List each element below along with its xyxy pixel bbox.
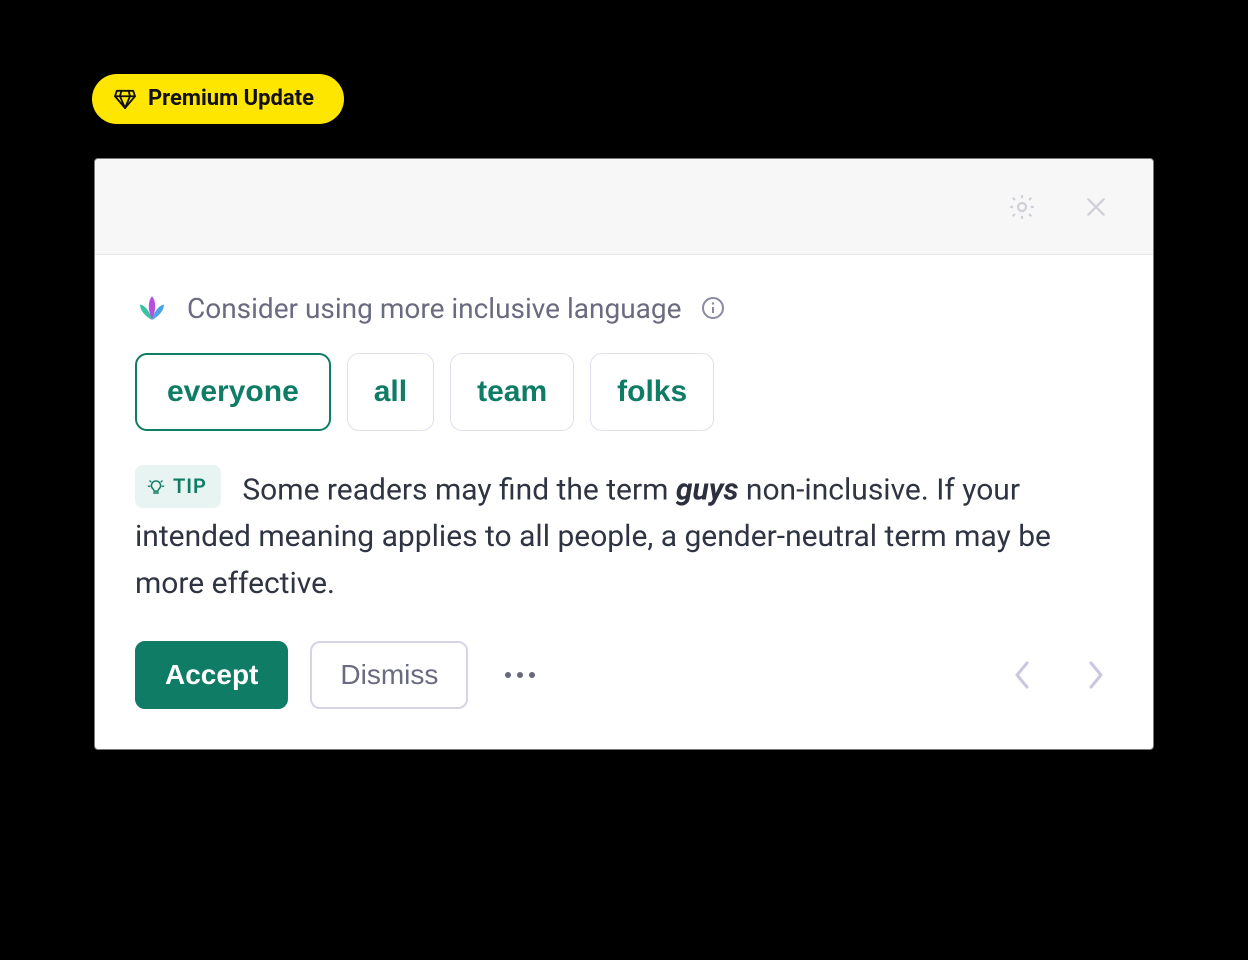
tip-badge: TIP — [135, 465, 221, 508]
card-title: Consider using more inclusive language — [187, 292, 681, 325]
suggestion-chip-folks[interactable]: folks — [590, 353, 714, 431]
tip-badge-label: TIP — [173, 471, 207, 502]
tip-text-pre: Some readers may find the term — [242, 473, 676, 508]
tip-paragraph: TIP Some readers may find the term guys … — [135, 465, 1113, 607]
dismiss-button[interactable]: Dismiss — [310, 641, 468, 709]
suggestion-chip-everyone[interactable]: everyone — [135, 353, 331, 431]
diamond-icon — [114, 89, 136, 109]
card-body: Consider using more inclusive language e… — [95, 255, 1153, 749]
more-icon[interactable] — [496, 651, 544, 699]
suggestion-chip-team[interactable]: team — [450, 353, 574, 431]
info-icon[interactable] — [699, 294, 727, 322]
card-actions: Accept Dismiss — [135, 641, 1113, 709]
tip-term: guys — [676, 473, 739, 508]
card-header — [95, 159, 1153, 255]
next-icon[interactable] — [1077, 657, 1113, 693]
prev-icon[interactable] — [1005, 657, 1041, 693]
premium-update-label: Premium Update — [148, 88, 314, 110]
accept-button[interactable]: Accept — [135, 641, 288, 709]
gear-icon[interactable] — [1005, 190, 1039, 224]
close-icon[interactable] — [1079, 190, 1113, 224]
title-row: Consider using more inclusive language — [135, 291, 1113, 325]
suggestion-chip-all[interactable]: all — [347, 353, 434, 431]
nav-arrows — [1005, 657, 1113, 693]
suggestion-chips: everyone all team folks — [135, 353, 1113, 431]
lotus-icon — [135, 291, 169, 325]
premium-update-badge: Premium Update — [92, 74, 344, 124]
suggestion-card: Consider using more inclusive language e… — [94, 158, 1154, 750]
